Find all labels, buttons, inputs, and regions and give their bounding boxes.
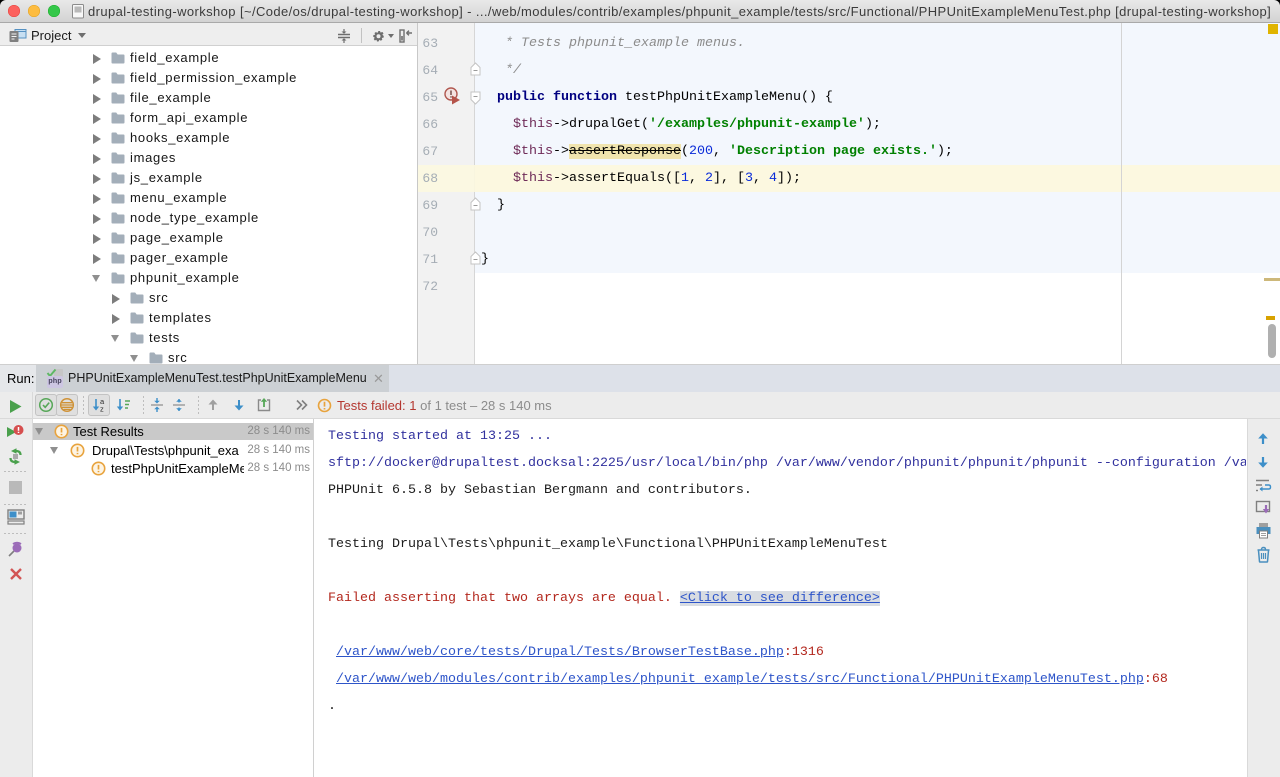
- svg-text:z: z: [100, 405, 104, 414]
